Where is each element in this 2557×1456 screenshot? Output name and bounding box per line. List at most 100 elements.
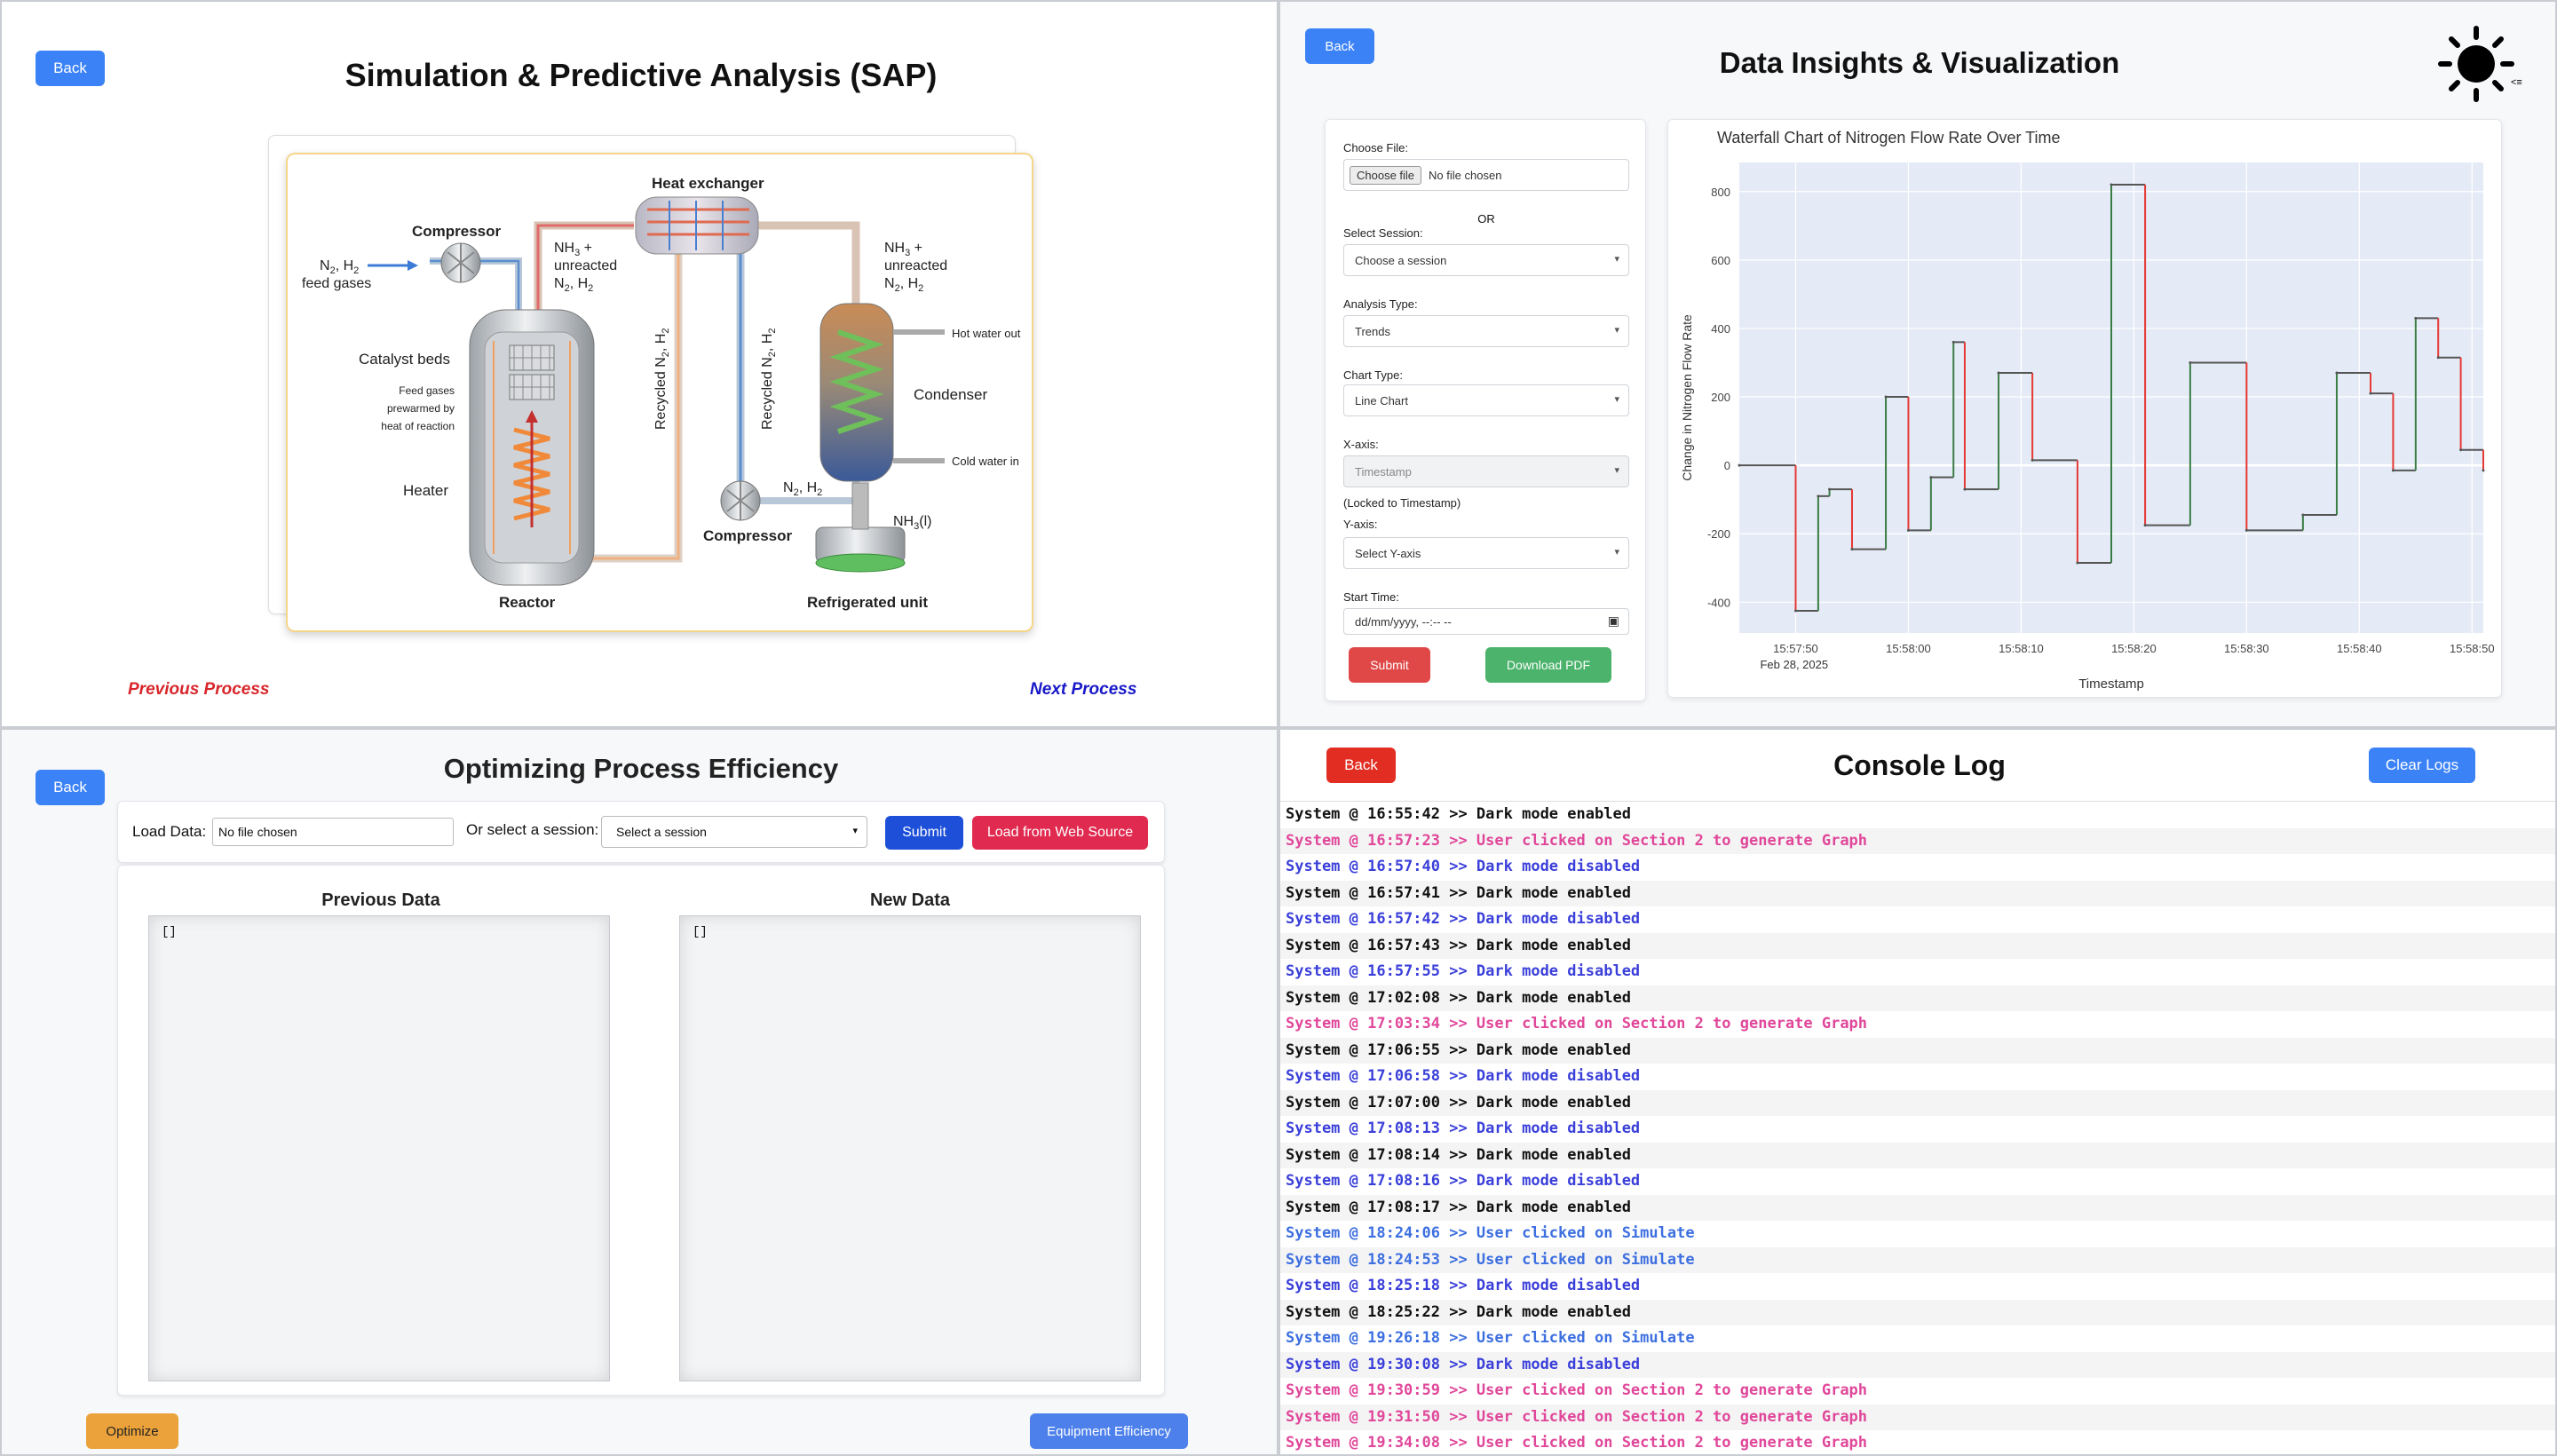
chart-type-select[interactable]: Line Chart ▾	[1343, 384, 1629, 416]
load-data-file-input[interactable]: No file chosen	[212, 818, 454, 846]
submit-button[interactable]: Submit	[1349, 647, 1430, 683]
data-point	[1850, 548, 1854, 551]
log-line: System @ 16:57:40 >> Dark mode disabled	[1286, 858, 1641, 875]
optimize-button[interactable]: Optimize	[86, 1413, 178, 1449]
x-tick-label: 15:58:00	[1886, 642, 1931, 655]
x-tick-label: 15:58:20	[2111, 642, 2157, 655]
equipment-efficiency-button[interactable]: Equipment Efficiency	[1030, 1413, 1188, 1449]
start-time-input[interactable]: dd/mm/yyyy, --:-- -- ▣	[1343, 608, 1629, 635]
file-input[interactable]: Choose file No file chosen	[1343, 159, 1629, 191]
x-tick-label: 15:58:50	[2450, 642, 2495, 655]
log-line: System @ 18:25:22 >> Dark mode enabled	[1280, 1299, 2555, 1325]
y-tick-label: 600	[1711, 254, 1730, 267]
label-compressor-top: Compressor	[412, 223, 502, 240]
data-point	[2189, 360, 2192, 364]
label-unreacted-top: unreacted	[554, 258, 617, 273]
log-line: System @ 19:30:59 >> User clicked on Sec…	[1286, 1381, 1868, 1399]
label-heater: Heater	[403, 482, 448, 499]
insights-form: Choose File: Choose file No file chosen …	[1325, 119, 1646, 701]
x-tick-labels: 15:57:50 15:58:00 15:58:10 15:58:20 15:58:30…	[1773, 642, 2494, 655]
process-diagram-svg: Heat exchanger Compressor N2, H2 feed ga…	[302, 175, 1021, 611]
log-line: System @ 16:57:55 >> Dark mode disabled	[1286, 962, 1641, 980]
x-tick-label: 15:58:40	[2337, 642, 2382, 655]
analysis-type-select[interactable]: Trends ▾	[1343, 315, 1629, 347]
log-line: System @ 16:57:42 >> Dark mode disabled	[1286, 910, 1641, 928]
new-data-area[interactable]: []	[679, 915, 1141, 1381]
data-point	[2391, 469, 2395, 472]
locked-note: (Locked to Timestamp)	[1343, 496, 1461, 510]
start-time-placeholder: dd/mm/yyyy, --:-- --	[1355, 614, 1452, 629]
log-line: System @ 17:06:58 >> Dark mode disabled	[1286, 1067, 1641, 1085]
download-pdf-button[interactable]: Download PDF	[1485, 647, 1611, 683]
log-line: System @ 18:24:53 >> User clicked on Sim…	[1280, 1246, 2555, 1273]
label-n2h2-top: N2, H2	[554, 276, 593, 294]
analysis-type-value: Trends	[1355, 324, 1390, 338]
calendar-icon[interactable]: ▣	[1608, 613, 1619, 629]
label-reactor: Reactor	[499, 594, 556, 611]
insights-panel: Back Data Insights & Visualization <≡ Ch…	[1278, 0, 2557, 728]
session-select[interactable]: Choose a session ▾	[1343, 244, 1629, 276]
log-line: System @ 18:25:18 >> Dark mode disabled	[1286, 1277, 1641, 1294]
label-catalyst-beds: Catalyst beds	[359, 351, 450, 368]
sun-icon[interactable]: <≡	[2434, 21, 2523, 110]
label-n2h2-right: N2, H2	[884, 276, 923, 294]
y-tick-label: -200	[1707, 527, 1730, 541]
x-tick-label: 15:57:50	[1773, 642, 1818, 655]
chart-type-label: Chart Type:	[1343, 368, 1403, 382]
data-point	[2244, 528, 2248, 532]
session-select-value: Choose a session	[1355, 253, 1447, 267]
y-tick-label: 800	[1711, 186, 1730, 199]
data-point	[1906, 528, 1910, 532]
log-line: System @ 19:26:18 >> User clicked on Sim…	[1286, 1329, 1695, 1347]
label-condenser: Condenser	[914, 386, 988, 403]
chart-title: Waterfall Chart of Nitrogen Flow Rate Ov…	[1717, 129, 2060, 146]
chevron-down-icon: ▾	[1614, 325, 1619, 336]
log-line: System @ 16:57:41 >> Dark mode enabled	[1280, 880, 2555, 906]
label-feed-gases: feed gases	[302, 276, 371, 291]
y-axis-label: Y-axis:	[1343, 518, 1378, 531]
data-point	[2436, 356, 2440, 360]
or-divider: OR	[1477, 212, 1495, 226]
label-n2h2-low: N2, H2	[783, 480, 822, 498]
label-refrigerated-unit: Refrigerated unit	[807, 594, 928, 611]
submit-button[interactable]: Submit	[885, 816, 963, 850]
y-tick-label: 200	[1711, 391, 1730, 404]
sap-panel: Back Simulation & Predictive Analysis (S…	[0, 0, 1278, 728]
chevron-down-icon: ▾	[1614, 547, 1619, 558]
label-feed-note-2: prewarmed by	[387, 402, 455, 415]
data-point	[1738, 463, 1741, 467]
load-web-source-button[interactable]: Load from Web Source	[972, 816, 1148, 850]
data-point	[2110, 183, 2113, 186]
data-point	[1951, 340, 1955, 344]
next-process-link[interactable]: Next Process	[1030, 680, 1136, 700]
y-tick-label: -400	[1707, 596, 1730, 609]
x-axis-title: Timestamp	[2078, 677, 2144, 692]
previous-data-area[interactable]: []	[148, 915, 610, 1381]
console-log-list[interactable]: System @ 16:55:42 >> Dark mode enabled Sy…	[1280, 801, 2555, 1454]
clear-logs-button[interactable]: Clear Logs	[2369, 748, 2475, 783]
data-point	[1793, 609, 1797, 613]
y-tick-label: 400	[1711, 322, 1730, 336]
x-axis-label: X-axis:	[1343, 438, 1379, 451]
session-select[interactable]: Select a session ▾	[601, 816, 867, 848]
label-compressor-bottom: Compressor	[703, 527, 793, 544]
data-point	[1884, 395, 1888, 399]
label-hot-water-out: Hot water out	[952, 327, 1021, 340]
log-line: System @ 17:08:17 >> Dark mode enabled	[1280, 1194, 2555, 1221]
data-point	[2143, 524, 2147, 527]
log-line: System @ 19:30:08 >> Dark mode disabled	[1280, 1351, 2555, 1378]
ammonia-process-diagram: Heat exchanger Compressor N2, H2 feed ga…	[286, 153, 1033, 632]
log-line: System @ 16:57:43 >> Dark mode enabled	[1280, 932, 2555, 959]
y-axis-select[interactable]: Select Y-axis ▾	[1343, 537, 1629, 569]
label-nh3-top: NH3 +	[554, 241, 592, 258]
y-axis-value: Select Y-axis	[1355, 546, 1421, 560]
svg-text:<≡: <≡	[2511, 77, 2522, 88]
previous-process-link[interactable]: Previous Process	[128, 680, 269, 700]
label-unreacted-right: unreacted	[884, 258, 947, 273]
label-feed-n2h2: N2, H2	[320, 258, 359, 276]
x-tick-label: 15:58:30	[2224, 642, 2269, 655]
data-point	[2076, 561, 2079, 565]
data-point	[2301, 513, 2305, 517]
choose-file-button[interactable]: Choose file	[1350, 165, 1422, 185]
no-file-text: No file chosen	[1429, 168, 1502, 182]
